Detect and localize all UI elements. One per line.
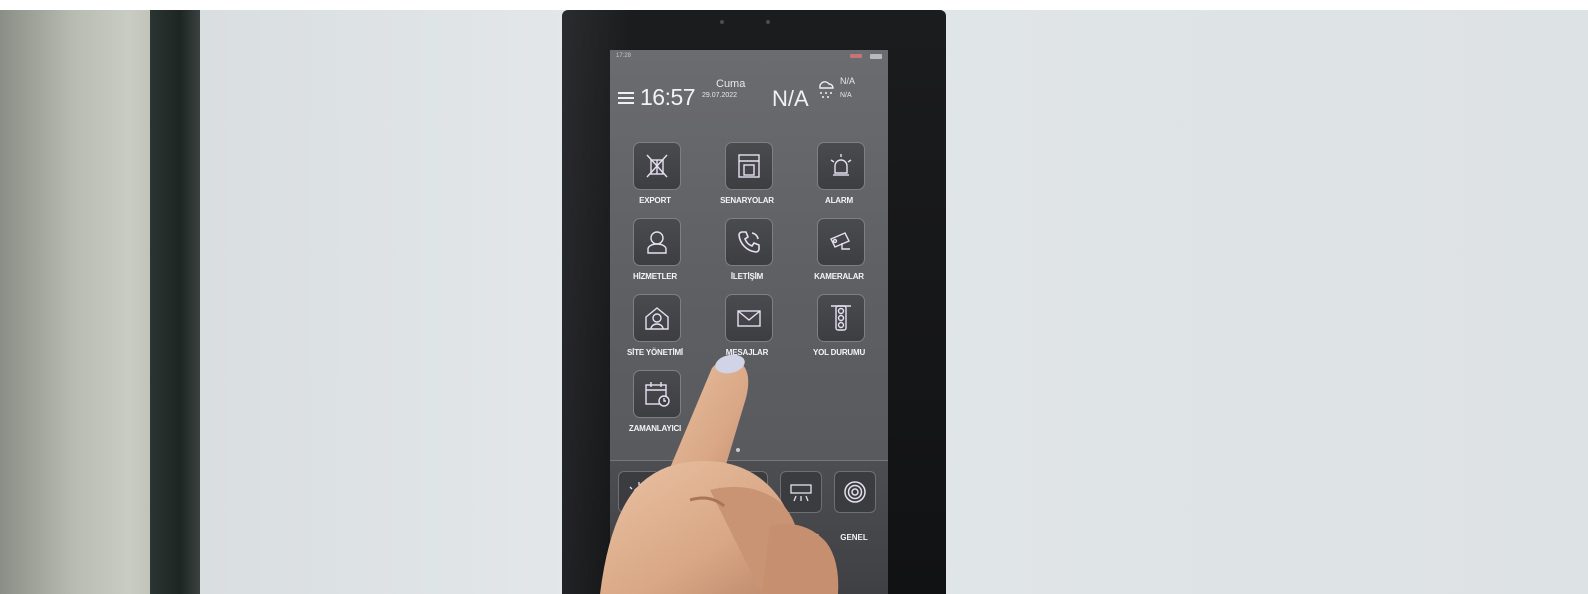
calendar-clock-icon (645, 382, 670, 407)
services-icon (647, 231, 667, 254)
dock-panjur[interactable]: PANJUR (724, 471, 768, 543)
alarm-icon (830, 154, 852, 176)
app-grid: EXPORT SENARYOLAR ALARM HİZMETLER İLETİŞ… (610, 142, 888, 442)
camera-icon (830, 232, 850, 250)
wind-value: N/A (840, 92, 852, 99)
phone-icon (738, 231, 760, 253)
curtain-icon (683, 482, 703, 502)
temperature[interactable]: N/A (772, 86, 809, 112)
app-kameralar[interactable]: KAMERALAR (794, 218, 884, 290)
app-label: YOL DURUMU (812, 348, 866, 357)
weather-rain-icon (819, 81, 834, 98)
day-name: Cuma (716, 78, 746, 90)
app-label: KAMERALAR (814, 272, 864, 281)
app-label: MESAJLAR (725, 348, 769, 357)
app-zamanlayici[interactable]: ZAMANLAYICI (610, 370, 700, 442)
app-label: SENARYOLAR (720, 196, 774, 205)
touch-screen[interactable]: 17:28 16:57 Cuma 29.07.2022 N/A N/A N/A (610, 50, 888, 594)
app-label: ZAMANLAYICI (628, 424, 682, 433)
air-conditioner-icon (790, 484, 812, 502)
app-alarm[interactable]: ALARM (794, 142, 884, 214)
site-management-icon (645, 307, 669, 330)
dock-label: İKLİMLEN (781, 533, 819, 542)
dock-label: AYDINLATMA (612, 533, 664, 542)
scenario-icon (738, 154, 760, 178)
dock-label: PANJUR (729, 533, 763, 542)
date: 29.07.2022 (702, 92, 738, 99)
app-label: HİZMETLER (633, 272, 677, 281)
app-label: EXPORT (639, 196, 671, 205)
humidity-value: N/A (840, 76, 856, 86)
target-icon (844, 481, 866, 503)
elevator-icon (646, 154, 668, 178)
signal-icon (850, 54, 862, 58)
envelope-icon (737, 310, 761, 327)
app-label: ALARM (825, 196, 853, 205)
dock-perde[interactable]: PERDE (670, 471, 714, 543)
dock-label: GENEL (840, 533, 868, 542)
blinds-icon (737, 482, 757, 501)
app-iletisim[interactable]: İLETİŞİM (702, 218, 792, 290)
app-export[interactable]: EXPORT (610, 142, 700, 214)
app-site-yonetimi[interactable]: SİTE YÖNETİMİ (610, 294, 700, 366)
hamburger-menu-icon[interactable] (618, 92, 634, 104)
smart-home-panel: 17:28 16:57 Cuma 29.07.2022 N/A N/A N/A (562, 10, 946, 594)
top-band (0, 0, 1588, 10)
app-mesajlar[interactable]: MESAJLAR (702, 294, 792, 366)
dock-genel[interactable]: GENEL (832, 471, 876, 543)
camera-sensor (720, 20, 724, 24)
dock-aydinlatma[interactable]: AYDINLATMA (612, 471, 664, 543)
header: 16:57 Cuma 29.07.2022 N/A N/A N/A (610, 64, 888, 116)
light-icon (629, 482, 649, 499)
app-hizmetler[interactable]: HİZMETLER (610, 218, 700, 290)
status-clock: 17:28 (616, 53, 632, 59)
clock-time: 16:57 (640, 84, 696, 110)
app-label: İLETİŞİM (730, 272, 764, 281)
door-frame (150, 0, 200, 594)
traffic-light-icon (831, 305, 851, 331)
dock-label: PERDE (678, 533, 706, 542)
dock: AYDINLATMA PERDE PANJUR İKLİMLEN GENEL (610, 460, 888, 594)
proximity-sensor (766, 20, 770, 24)
status-bar: 17:28 (610, 50, 888, 64)
dock-iklimlendirme[interactable]: İKLİMLEN (778, 471, 822, 543)
app-senaryolar[interactable]: SENARYOLAR (702, 142, 792, 214)
battery-icon (870, 54, 882, 59)
app-label: SİTE YÖNETİMİ (627, 348, 683, 357)
page-indicator[interactable] (736, 448, 740, 452)
app-yol-durumu[interactable]: YOL DURUMU (794, 294, 884, 366)
